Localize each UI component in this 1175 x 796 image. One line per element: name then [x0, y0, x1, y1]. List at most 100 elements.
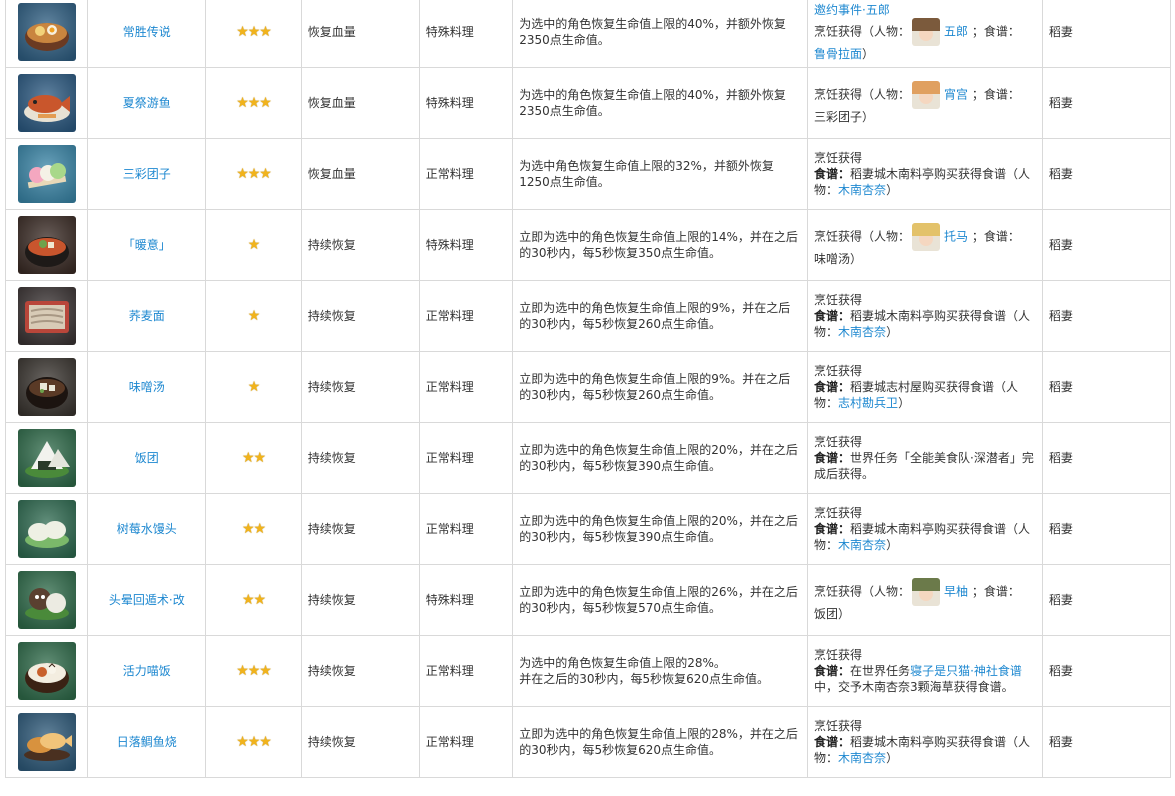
effect-description-text: 为选中角色恢复生命值上限的32%，并额外恢复1250点生命值。 — [519, 159, 774, 189]
dish-category-cell: 正常料理 — [418, 493, 514, 565]
food-name-link[interactable]: 饭团 — [135, 451, 159, 465]
effect-type-text: 持续恢复 — [307, 380, 356, 394]
source-title-text: 烹饪获得 — [814, 648, 863, 662]
source-cell: 烹饪获得（人物： 早柚 ；食谱： 饭团） — [807, 564, 1043, 636]
recipe-npc-link[interactable]: 木南杏奈 — [838, 538, 886, 552]
rarity-cell: ★ — [205, 209, 302, 281]
source-cell: 烹饪获得食谱：稻妻城木南料亭购买获得食谱（人物：木南杏奈） — [807, 493, 1043, 565]
dish-category-text: 特殊料理 — [425, 96, 474, 110]
dango-icon — [17, 145, 76, 203]
food-image-cell — [4, 0, 89, 68]
effect-description-cell: 立即为选中的角色恢复生命值上限的20%，并在之后的30秒内，每5秒恢复390点生… — [512, 422, 809, 494]
effect-description-cell: 立即为选中的角色恢复生命值上限的28%，并在之后的30秒内，每5秒恢复620点生… — [512, 706, 809, 778]
food-name-link[interactable]: 夏祭游鱼 — [123, 96, 171, 110]
food-name-link[interactable]: 味噌汤 — [129, 380, 165, 394]
recipe-end-text: ） — [898, 396, 911, 410]
source-suffix-text: ） — [862, 110, 875, 124]
food-name-link[interactable]: 日落鲷鱼烧 — [117, 735, 177, 749]
recipe-npc-link[interactable]: 木南杏奈 — [838, 183, 886, 197]
region-text: 稻妻 — [1048, 309, 1073, 323]
source-recipe-label: ；食谱： — [971, 584, 1020, 599]
food-name-link[interactable]: 荞麦面 — [129, 309, 165, 323]
source-suffix-text: ） — [850, 252, 863, 266]
effect-description-cell: 立即为选中的角色恢复生命值上限的9%。并在之后的30秒内，每5秒恢复260点生命… — [512, 351, 809, 423]
food-row: 味噌汤 ★ 持续恢复 正常料理 立即为选中的角色恢复生命值上限的9%。并在之后的30秒内… — [4, 351, 1172, 423]
food-name-link[interactable]: 头晕回遁术·改 — [109, 593, 185, 607]
recipe-label: 食谱： — [814, 451, 851, 465]
effect-type-text: 持续恢复 — [307, 522, 356, 536]
effect-type-text: 持续恢复 — [307, 593, 356, 607]
recipe-end-text: ） — [886, 325, 899, 339]
region-cell: 稻妻 — [1041, 493, 1172, 565]
effect-description-text: 为选中的角色恢复生命值上限的40%，并额外恢复2350点生命值。 — [519, 88, 786, 118]
recipe-label: 食谱： — [814, 735, 851, 749]
character-link[interactable]: 宵宫 — [944, 88, 968, 102]
recipe-npc-link[interactable]: 木南杏奈 — [838, 751, 886, 765]
food-name-cell: 头晕回遁术·改 — [87, 564, 207, 636]
source-prefix-text: 烹饪获得（人物： — [814, 584, 911, 599]
source-cell: 烹饪获得（人物： 托马 ；食谱： 味噌汤） — [807, 209, 1043, 281]
food-name-cell: 常胜传说 — [87, 0, 207, 68]
recipe-line: 食谱：稻妻城志村屋购买获得食谱（人物：志村勘兵卫） — [814, 380, 1018, 410]
effect-type-text: 持续恢复 — [307, 309, 356, 323]
dish-category-cell: 特殊料理 — [418, 564, 514, 636]
effect-type-text: 持续恢复 — [307, 664, 356, 678]
character-avatar — [912, 81, 941, 109]
food-name-link[interactable]: 树莓水馒头 — [117, 522, 177, 536]
region-cell: 稻妻 — [1041, 635, 1172, 707]
recipe-label: 食谱： — [814, 380, 851, 394]
effect-description-line-2: 并在之后的30秒内，每5秒恢复620点生命值。 — [519, 672, 770, 686]
effect-type-cell: 恢复血量 — [300, 138, 420, 210]
source-cell: 烹饪获得 食谱：在世界任务寝子是只猫·神社食谱中，交予木南杏奈3颗海草获得食谱。 — [807, 635, 1043, 707]
effect-type-cell: 恢复血量 — [300, 67, 420, 139]
region-text: 稻妻 — [1048, 522, 1073, 536]
miso-soup-icon — [17, 358, 76, 416]
effect-type-cell: 持续恢复 — [300, 493, 420, 565]
food-name-link[interactable]: 「暖意」 — [123, 238, 171, 252]
dish-category-text: 特殊料理 — [425, 238, 474, 252]
food-name-cell: 荞麦面 — [87, 280, 207, 352]
food-name-cell: 树莓水馒头 — [87, 493, 207, 565]
source-cell: 烹饪获得 食谱：稻妻城志村屋购买获得食谱（人物：志村勘兵卫） — [807, 351, 1043, 423]
tanuki-onigiri-icon — [17, 571, 76, 629]
food-name-link[interactable]: 活力喵饭 — [123, 664, 171, 678]
effect-description-text: 立即为选中的角色恢复生命值上限的9%，并在之后的30秒内，每5秒恢复260点生命… — [519, 301, 791, 331]
effect-type-cell: 持续恢复 — [300, 564, 420, 636]
invitation-event-link[interactable]: 邀约事件·五郎 — [814, 2, 1036, 18]
effect-description-text: 立即为选中的角色恢复生命值上限的28%，并在之后的30秒内，每5秒恢复620点生… — [519, 727, 798, 757]
food-row: 常胜传说 ★★★ 恢复血量 特殊料理 为选中的角色恢复生命值上限的40%，并额外恢复23… — [4, 0, 1172, 68]
food-name-cell: 三彩团子 — [87, 138, 207, 210]
star-rating-icon: ★★ — [241, 592, 266, 608]
character-link[interactable]: 五郎 — [944, 25, 968, 39]
effect-type-text: 恢复血量 — [307, 96, 356, 110]
effect-description-cell: 立即为选中的角色恢复生命值上限的14%，并在之后的30秒内，每5秒恢复350点生… — [512, 209, 809, 281]
region-cell: 稻妻 — [1041, 706, 1172, 778]
source-title-text: 烹饪获得 — [814, 506, 863, 520]
food-name-cell: 味噌汤 — [87, 351, 207, 423]
mochi-bun-icon — [17, 500, 76, 558]
recipe-npc-link[interactable]: 志村勘兵卫 — [838, 396, 898, 410]
food-name-link[interactable]: 常胜传说 — [123, 25, 171, 39]
region-cell: 稻妻 — [1041, 564, 1172, 636]
recipe-npc-link[interactable]: 木南杏奈 — [838, 325, 886, 339]
food-name-link[interactable]: 三彩团子 — [123, 167, 171, 181]
recipe-dish-name[interactable]: 鲁骨拉面 — [814, 47, 862, 61]
recipe-dish-name: 味噌汤 — [814, 252, 851, 266]
star-rating-icon: ★ — [247, 237, 261, 253]
dish-category-cell: 正常料理 — [418, 635, 514, 707]
food-image-cell — [4, 706, 89, 778]
effect-type-cell: 持续恢复 — [300, 706, 420, 778]
source-suffix-text: ） — [862, 47, 875, 61]
effect-type-text: 恢复血量 — [307, 25, 356, 39]
recipe-line: 食谱：稻妻城木南料亭购买获得食谱（人物：木南杏奈） — [814, 522, 1030, 552]
rarity-cell: ★ — [205, 280, 302, 352]
source-recipe-label: ；食谱： — [971, 24, 1020, 39]
effect-type-cell: 持续恢复 — [300, 280, 420, 352]
recipe-line: 食谱：稻妻城木南料亭购买获得食谱（人物：木南杏奈） — [814, 309, 1030, 339]
food-row: 饭团 ★★ 持续恢复 正常料理 立即为选中的角色恢复生命值上限的20%，并在之后的30秒… — [4, 422, 1172, 494]
character-link[interactable]: 早柚 — [944, 585, 968, 599]
recipe-npc-link[interactable]: 寝子是只猫·神社食谱 — [910, 664, 1022, 678]
region-text: 稻妻 — [1048, 735, 1073, 749]
food-row: 「暖意」 ★ 持续恢复 特殊料理 立即为选中的角色恢复生命值上限的14%，并在之后的30… — [4, 209, 1172, 281]
character-link[interactable]: 托马 — [944, 230, 968, 244]
